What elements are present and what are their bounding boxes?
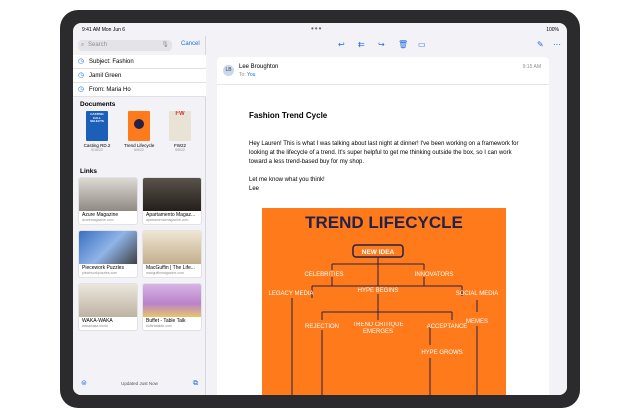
- link-url: azuremagazine.com: [82, 218, 114, 222]
- node-trend-critique-wrapper: TREND CRITIQUE EMERGES: [352, 322, 404, 335]
- link-card[interactable]: Piecework Puzzles pieceworkpuzzles.com: [78, 230, 138, 278]
- clock-icon: ◷: [78, 58, 85, 65]
- reply-icon[interactable]: ↩: [338, 40, 345, 49]
- document-thumbnail: FW: [169, 111, 191, 141]
- suggestion-from[interactable]: ◷ From: Maria Ho: [73, 83, 206, 97]
- to-label: To:: [239, 72, 246, 78]
- link-title: MacGuffin | The Life...: [146, 265, 195, 271]
- document-item[interactable]: CASTING CALL SELECTS Casting RD.2 5/16/2…: [82, 111, 112, 152]
- link-url: macguffinmagazine.com: [146, 271, 184, 275]
- document-date: 6/6/22: [134, 148, 144, 152]
- more-icon[interactable]: ⋯: [553, 40, 561, 49]
- forward-icon[interactable]: ↪: [378, 40, 385, 49]
- ipad-frame: 9:41 AM Mon Jun 6 ••• 100% ⌕ Search 🎙 Ca…: [60, 10, 580, 408]
- message-subject: Fashion Trend Cycle: [249, 111, 328, 120]
- suggestion-label: Jamil Green: [89, 73, 122, 79]
- link-thumbnail: [143, 284, 201, 317]
- node-memes: MEMES: [466, 319, 488, 325]
- link-title: Apartamento Magaz...: [146, 212, 196, 218]
- link-card[interactable]: Azure Magazine azuremagazine.com: [78, 177, 138, 225]
- suggestion-person[interactable]: ◷ Jamil Green: [73, 69, 206, 83]
- message-pane: ↩ ⇇ ↪ 🗑 ▭ ✎ ⋯ LB Lee Broughton To: You 9…: [207, 36, 567, 395]
- node-hype-begins: HYPE BEGINS: [358, 288, 399, 294]
- link-card[interactable]: Apartamento Magaz... apartamentomagazine…: [142, 177, 202, 225]
- search-placeholder: Search: [88, 42, 108, 48]
- compose-icon[interactable]: ✎: [537, 40, 544, 49]
- compose-icon[interactable]: ⧉: [193, 373, 198, 395]
- link-thumbnail: [79, 284, 137, 317]
- link-thumbnail: [143, 178, 201, 211]
- link-title: WAKA-WAKA: [82, 318, 113, 324]
- link-thumbnail: [143, 231, 201, 264]
- filter-icon[interactable]: ⊜: [81, 373, 87, 395]
- status-bar: 9:41 AM Mon Jun 6 ••• 100%: [73, 23, 567, 36]
- message-body: Hey Lauren! This is what I was talking a…: [249, 140, 519, 203]
- document-thumbnail: [128, 111, 150, 141]
- body-paragraph: Hey Lauren! This is what I was talking a…: [249, 141, 519, 165]
- node-trend-critique: TREND CRITIQUE EMERGES: [352, 322, 404, 335]
- link-thumbnail: [79, 178, 137, 211]
- links-heading: Links: [80, 168, 97, 175]
- document-thumbnail: CASTING CALL SELECTS: [86, 111, 108, 141]
- update-status: Updated Just Now: [121, 381, 158, 386]
- status-time: 9:41 AM Mon Jun 6: [82, 27, 126, 33]
- link-title: Buffet - Table Talk: [146, 318, 186, 324]
- trash-icon[interactable]: 🗑: [398, 40, 408, 49]
- cancel-button[interactable]: Cancel: [181, 41, 200, 47]
- body-paragraph: Let me know what you think! Lee: [249, 177, 325, 192]
- trend-lifecycle-image[interactable]: TREND LIFECYCLE NEW IDEA CELEBRITIES INN…: [262, 208, 506, 395]
- multitasking-dots[interactable]: •••: [311, 24, 322, 33]
- documents-heading: Documents: [80, 101, 116, 108]
- node-rejection: REJECTION: [305, 324, 339, 330]
- message-time: 9:15 AM: [522, 64, 541, 70]
- node-celebrities: CELEBRITIES: [304, 272, 343, 278]
- sidebar-footer: ⊜ Updated Just Now ⧉: [73, 373, 206, 395]
- node-acceptance: ACCEPTANCE: [427, 324, 468, 330]
- document-date: 5/16/22: [91, 148, 103, 152]
- screen: 9:41 AM Mon Jun 6 ••• 100% ⌕ Search 🎙 Ca…: [73, 23, 567, 395]
- recipient-line: To: You: [239, 72, 255, 78]
- link-card[interactable]: Buffet - Table Talk buffetatable.com: [142, 283, 202, 331]
- microphone-icon[interactable]: 🎙: [161, 40, 169, 51]
- link-url: buffetatable.com: [146, 324, 172, 328]
- suggestion-label: Subject: Fashion: [89, 59, 134, 65]
- link-url: apartamentomagazine.com: [146, 218, 189, 222]
- sender-name[interactable]: Lee Broughton: [239, 64, 278, 70]
- search-input[interactable]: ⌕ Search 🎙: [78, 40, 172, 51]
- message-toolbar: ↩ ⇇ ↪ 🗑 ▭ ✎ ⋯: [207, 36, 567, 56]
- reply-all-icon[interactable]: ⇇: [358, 40, 365, 49]
- clock-icon: ◷: [78, 72, 85, 79]
- sidebar: ⌕ Search 🎙 Cancel ◷ Subject: Fashion ◷ J…: [73, 36, 206, 395]
- suggestion-label: From: Maria Ho: [89, 87, 131, 93]
- suggestion-subject[interactable]: ◷ Subject: Fashion: [73, 55, 206, 69]
- document-item[interactable]: Trend Lifecycle 6/6/22: [124, 111, 154, 152]
- recipient-name[interactable]: You: [247, 72, 255, 78]
- avatar[interactable]: LB: [223, 65, 234, 76]
- battery-indicator: 100%: [546, 27, 559, 33]
- node-innovators: INNOVATORS: [415, 272, 454, 278]
- link-card[interactable]: MacGuffin | The Life... macguffinmagazin…: [142, 230, 202, 278]
- clock-icon: ◷: [78, 86, 85, 93]
- link-thumbnail: [79, 231, 137, 264]
- search-icon: ⌕: [81, 42, 85, 48]
- header-divider: [217, 84, 549, 85]
- poster-title: TREND LIFECYCLE: [305, 213, 463, 232]
- link-card[interactable]: WAKA-WAKA wakawaka.world: [78, 283, 138, 331]
- message-card: LB Lee Broughton To: You 9:15 AM Fashion…: [217, 57, 549, 395]
- link-title: Azure Magazine: [82, 212, 119, 218]
- link-title: Piecework Puzzles: [82, 265, 124, 271]
- node-social-media: SOCIAL MEDIA: [456, 291, 498, 297]
- document-date: 5/8/22: [175, 148, 185, 152]
- link-url: pieceworkpuzzles.com: [82, 271, 118, 275]
- link-url: wakawaka.world: [82, 324, 108, 328]
- node-hype-grows: HYPE GROWS: [421, 350, 462, 356]
- node-legacy-media: LEGACY MEDIA: [269, 291, 314, 297]
- node-new-idea: NEW IDEA: [362, 249, 395, 256]
- document-item[interactable]: FW FW22 5/8/22: [165, 111, 195, 152]
- folder-icon[interactable]: ▭: [418, 40, 426, 49]
